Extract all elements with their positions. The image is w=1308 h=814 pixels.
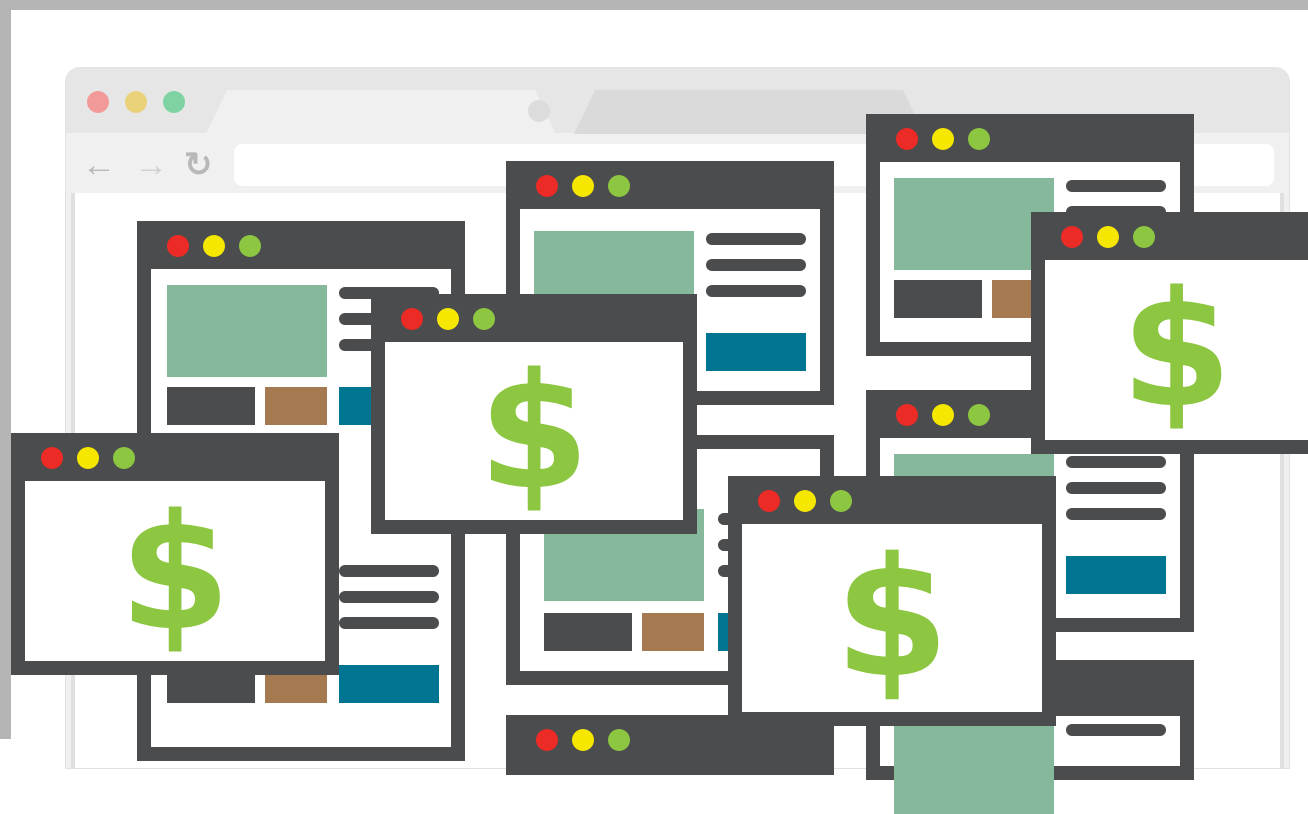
dark-block bbox=[167, 387, 255, 425]
text-line bbox=[1066, 508, 1166, 520]
red-dot-icon bbox=[536, 175, 558, 197]
brown-block bbox=[265, 387, 327, 425]
maximize-dot-icon bbox=[163, 91, 185, 113]
window-body: $ bbox=[742, 524, 1042, 712]
red-dot-icon bbox=[896, 404, 918, 426]
red-dot-icon bbox=[1061, 226, 1083, 248]
close-dot-icon bbox=[87, 91, 109, 113]
red-dot-icon bbox=[41, 447, 63, 469]
yellow-dot-icon bbox=[77, 447, 99, 469]
back-arrow-icon: ← bbox=[82, 146, 116, 184]
yellow-dot-icon bbox=[794, 490, 816, 512]
text-line bbox=[706, 259, 806, 271]
forward-arrow-icon: → bbox=[134, 146, 168, 184]
dark-block bbox=[544, 613, 632, 651]
reload-icon: ↻ bbox=[184, 146, 213, 184]
window-body: $ bbox=[25, 481, 325, 661]
yellow-dot-icon bbox=[203, 235, 225, 257]
text-line bbox=[339, 591, 439, 603]
text-line bbox=[1066, 180, 1166, 192]
red-dot-icon bbox=[896, 128, 918, 150]
red-dot-icon bbox=[758, 490, 780, 512]
yellow-dot-icon bbox=[572, 175, 594, 197]
green-dot-icon bbox=[968, 128, 990, 150]
teal-button bbox=[706, 333, 806, 371]
text-line bbox=[1066, 724, 1166, 736]
green-dot-icon bbox=[239, 235, 261, 257]
text-line bbox=[339, 565, 439, 577]
dollar-sign-icon: $ bbox=[834, 522, 950, 714]
text-line bbox=[706, 233, 806, 245]
image-placeholder bbox=[894, 178, 1054, 270]
green-dot-icon bbox=[473, 308, 495, 330]
green-dot-icon bbox=[608, 175, 630, 197]
dollar-sign-icon: $ bbox=[1120, 256, 1233, 443]
brown-block bbox=[642, 613, 704, 651]
green-dot-icon bbox=[1133, 226, 1155, 248]
green-dot-icon bbox=[830, 490, 852, 512]
green-dot-icon bbox=[113, 447, 135, 469]
dollar-window: $ bbox=[1031, 212, 1308, 454]
image-placeholder bbox=[894, 722, 1054, 814]
text-line bbox=[706, 285, 806, 297]
dollar-window: $ bbox=[371, 294, 697, 534]
image-placeholder bbox=[167, 285, 327, 377]
red-dot-icon bbox=[401, 308, 423, 330]
dollar-window: $ bbox=[728, 476, 1056, 726]
dollar-sign-icon: $ bbox=[478, 338, 590, 525]
yellow-dot-icon bbox=[1097, 226, 1119, 248]
dark-block bbox=[894, 280, 982, 318]
dollar-window: $ bbox=[11, 433, 339, 675]
text-line bbox=[1066, 456, 1166, 468]
window-body: $ bbox=[1045, 260, 1308, 440]
red-dot-icon bbox=[167, 235, 189, 257]
text-line bbox=[339, 617, 439, 629]
text-line bbox=[1066, 482, 1166, 494]
dollar-sign-icon: $ bbox=[119, 479, 231, 666]
teal-button bbox=[339, 665, 439, 703]
yellow-dot-icon bbox=[932, 404, 954, 426]
illustration-frame: ← → ↻ $ $ $ $ bbox=[0, 0, 1308, 814]
yellow-dot-icon bbox=[437, 308, 459, 330]
browser-tab-active bbox=[206, 90, 556, 134]
tab-close-icon bbox=[528, 100, 550, 122]
yellow-dot-icon bbox=[572, 729, 594, 751]
green-dot-icon bbox=[968, 404, 990, 426]
teal-button bbox=[1066, 556, 1166, 594]
minimize-dot-icon bbox=[125, 91, 147, 113]
yellow-dot-icon bbox=[932, 128, 954, 150]
green-dot-icon bbox=[608, 729, 630, 751]
red-dot-icon bbox=[536, 729, 558, 751]
window-body: $ bbox=[385, 342, 683, 520]
